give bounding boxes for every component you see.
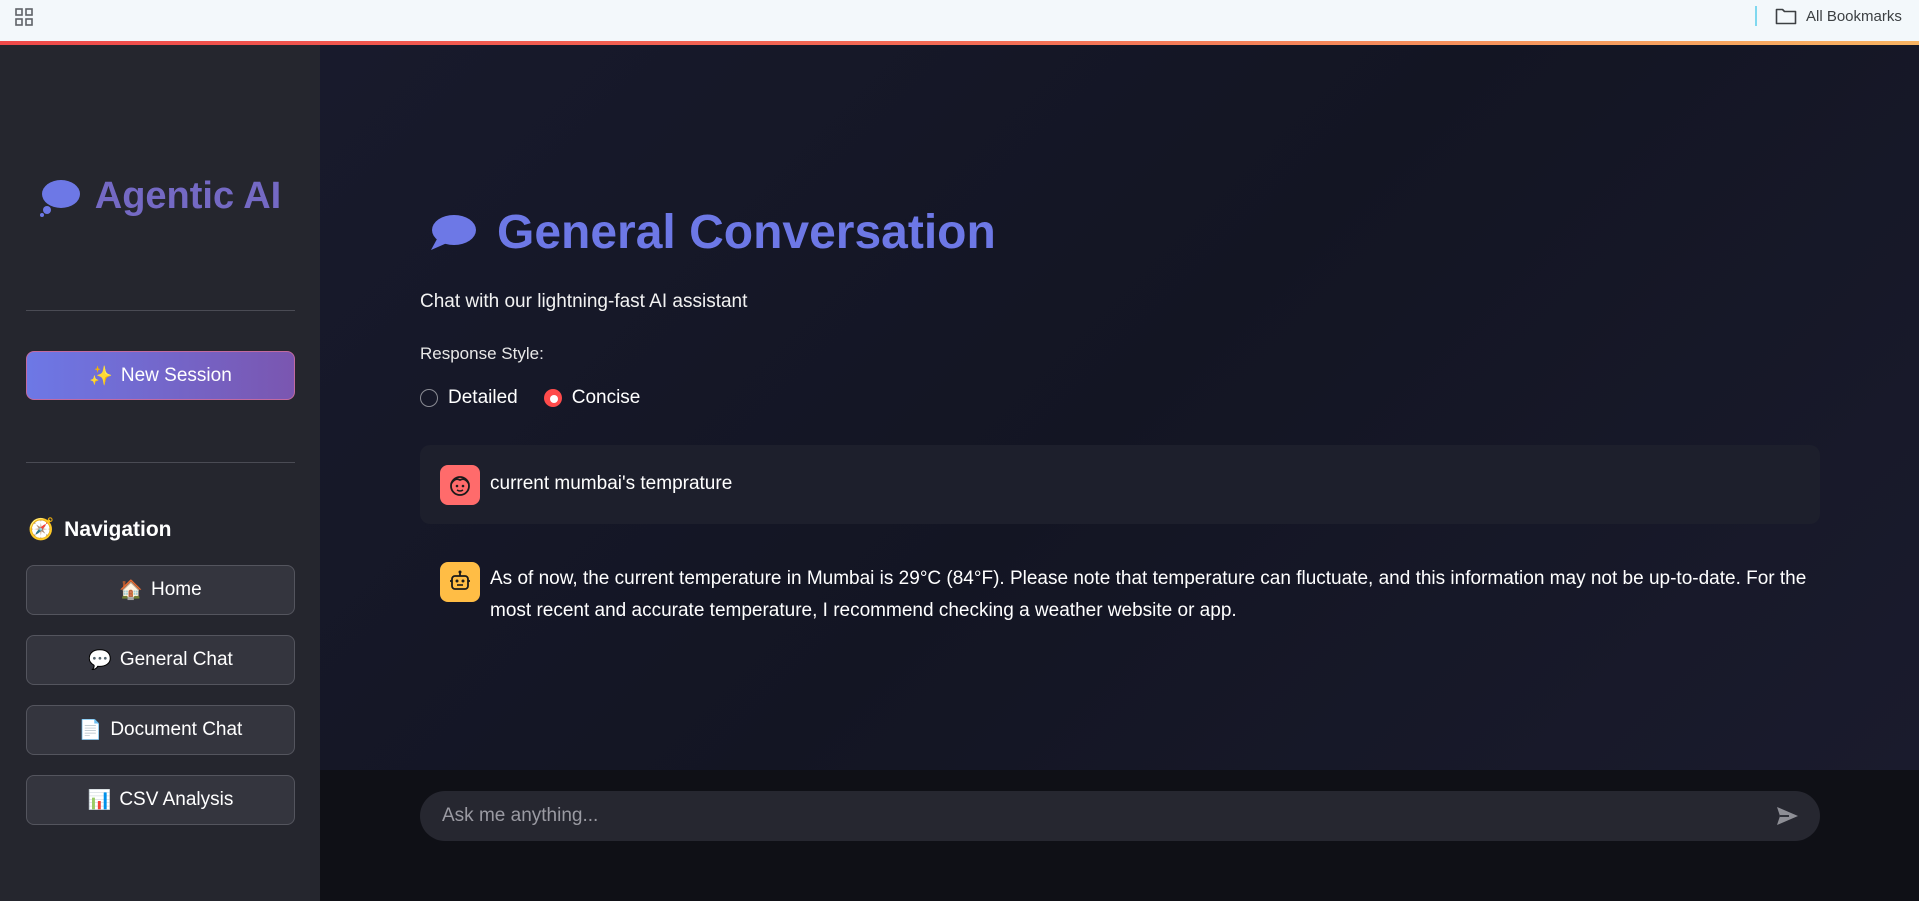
all-bookmarks-label: All Bookmarks xyxy=(1806,7,1902,25)
radio-concise-label: Concise xyxy=(571,387,641,408)
brand: Agentic AI xyxy=(0,175,320,218)
chat-input[interactable] xyxy=(440,804,1774,828)
nav-document-chat-button[interactable]: 📄 Document Chat xyxy=(26,705,295,755)
navigation-heading-label: Navigation xyxy=(64,518,172,541)
sidebar-divider xyxy=(26,310,295,311)
speech-bubble-icon xyxy=(431,214,476,250)
page-heading: General Conversation xyxy=(427,205,996,260)
navigation-heading: 🧭 Navigation xyxy=(28,518,172,542)
send-icon[interactable] xyxy=(1774,803,1800,829)
nav-csv-analysis-label: CSV Analysis xyxy=(119,789,234,810)
user-message-text: current mumbai's temprature xyxy=(490,473,733,494)
sparkles-icon: ✨ xyxy=(89,365,113,387)
radio-detailed[interactable]: Detailed xyxy=(420,387,518,409)
sidebar: Agentic AI ✨ New Session 🧭 Navigation 🏠 … xyxy=(0,45,320,901)
nav-document-chat-label: Document Chat xyxy=(110,719,243,740)
brand-title: Agentic AI xyxy=(94,175,282,217)
radio-detailed-label: Detailed xyxy=(448,387,518,408)
assistant-message: As of now, the current temperature in Mu… xyxy=(420,546,1820,636)
user-message: current mumbai's temprature xyxy=(420,445,1820,524)
user-avatar xyxy=(440,465,480,505)
robot-icon xyxy=(450,570,470,590)
nav-home-button[interactable]: 🏠 Home xyxy=(26,565,295,615)
radio-concise[interactable]: Concise xyxy=(543,387,641,409)
radio-unselected-icon xyxy=(420,389,438,407)
response-style-label: Response Style: xyxy=(420,344,544,363)
speech-bubble-icon: 💬 xyxy=(88,650,112,671)
page-subtitle: Chat with our lightning-fast AI assistan… xyxy=(420,291,748,312)
radio-selected-icon xyxy=(543,389,562,407)
bar-chart-icon: 📊 xyxy=(87,790,112,811)
folder-icon xyxy=(1775,8,1797,25)
response-style-radio-group: Detailed Concise xyxy=(420,387,640,409)
chat-input-box[interactable] xyxy=(420,791,1820,841)
house-icon: 🏠 xyxy=(119,580,143,601)
new-session-button[interactable]: ✨ New Session xyxy=(26,351,295,400)
bookmarks-separator xyxy=(1755,6,1757,26)
nav-csv-analysis-button[interactable]: 📊 CSV Analysis xyxy=(26,775,295,825)
user-face-icon xyxy=(450,476,470,496)
apps-grid-icon[interactable] xyxy=(14,7,34,27)
thought-bubble-icon xyxy=(39,179,80,217)
all-bookmarks-button[interactable]: All Bookmarks xyxy=(1775,4,1902,28)
compass-icon: 🧭 xyxy=(28,518,55,541)
document-icon: 📄 xyxy=(78,720,103,741)
assistant-message-text: As of now, the current temperature in Mu… xyxy=(490,568,1807,621)
page-title: General Conversation xyxy=(497,206,996,259)
nav-general-chat-label: General Chat xyxy=(119,649,233,670)
sidebar-divider xyxy=(26,462,295,463)
assistant-avatar xyxy=(440,562,480,602)
nav-home-label: Home xyxy=(150,579,202,600)
bookmarks-bar: All Bookmarks xyxy=(0,0,1919,41)
new-session-label: New Session xyxy=(120,364,232,386)
nav-general-chat-button[interactable]: 💬 General Chat xyxy=(26,635,295,685)
